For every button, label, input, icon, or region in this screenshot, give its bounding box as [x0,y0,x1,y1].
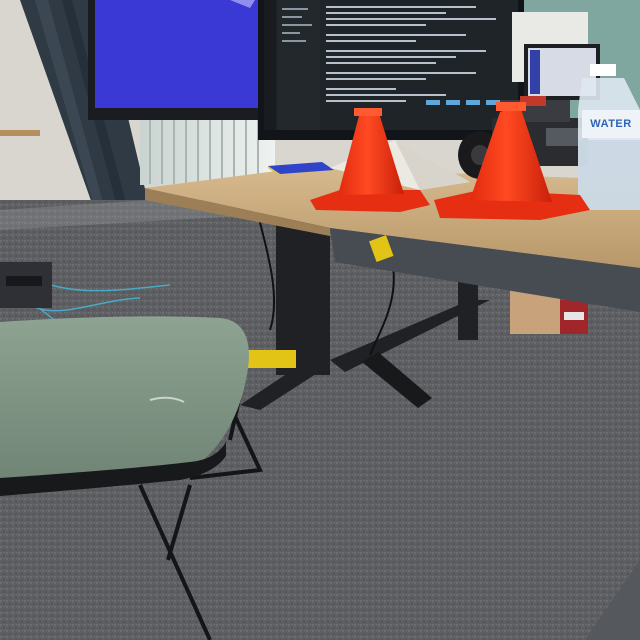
window [140,110,275,185]
office-photo-scene [0,0,640,640]
water-bottle-label: WATER [590,118,632,130]
tv-screen [95,0,265,108]
wall-shelf [0,130,40,136]
